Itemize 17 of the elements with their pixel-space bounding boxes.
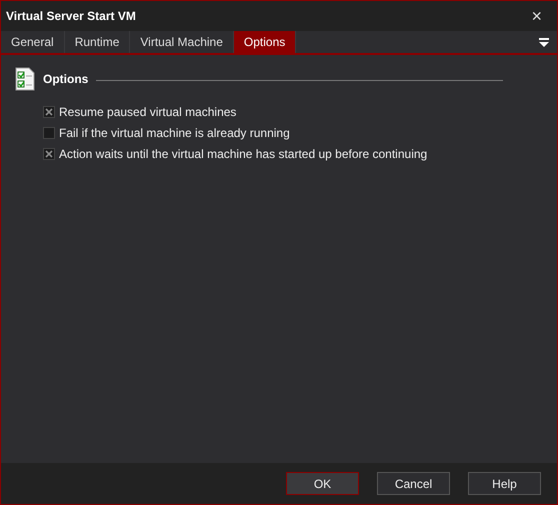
dialog-button[interactable]: Help — [468, 472, 541, 495]
section-title: Options — [43, 71, 88, 88]
checkbox[interactable] — [43, 106, 55, 118]
menu-icon[interactable] — [539, 38, 549, 46]
window-title: Virtual Server Start VM — [6, 8, 136, 25]
dialog-button[interactable]: Cancel — [377, 472, 450, 495]
tab[interactable]: Options — [234, 31, 296, 53]
close-button[interactable]: × — [521, 7, 552, 25]
ok-button[interactable]: OK — [286, 472, 359, 495]
tab[interactable]: Runtime — [64, 31, 130, 53]
tab[interactable]: General — [1, 31, 65, 53]
checkbox[interactable] — [43, 148, 55, 160]
checkbox[interactable] — [43, 126, 55, 138]
checkbox-label: Resume paused virtual machines — [59, 104, 236, 120]
checklist-icon — [15, 67, 35, 91]
checkbox-label: Action waits until the virtual machine has started up before continuing — [59, 146, 428, 162]
checkbox-label: Fail if the virtual machine is already running — [59, 124, 290, 142]
